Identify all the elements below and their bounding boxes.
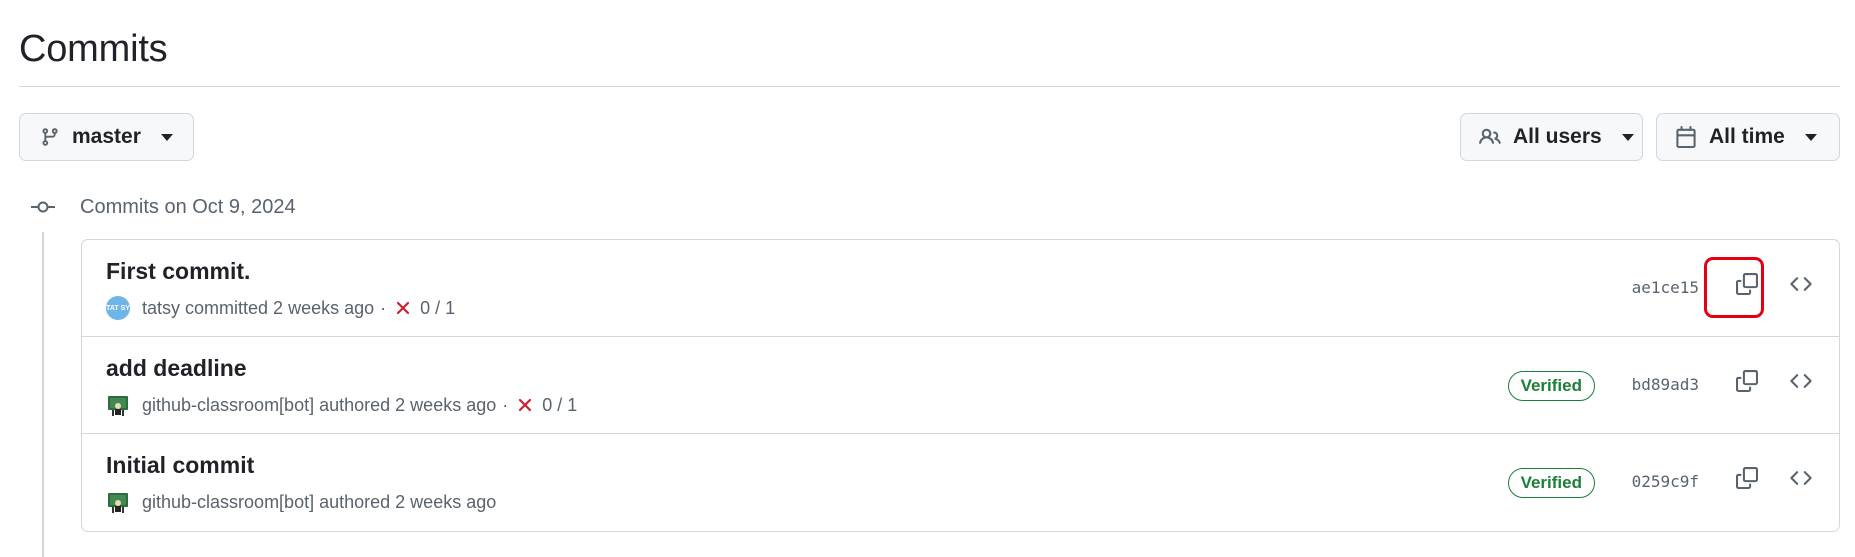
timeline-line xyxy=(42,232,44,557)
avatar[interactable]: TAT SY xyxy=(106,296,130,320)
commit-sha-link[interactable]: 0259c9f xyxy=(1632,472,1699,491)
x-icon[interactable] xyxy=(518,398,532,412)
branch-select-button[interactable]: master xyxy=(19,113,194,161)
checks-count[interactable]: 0 / 1 xyxy=(420,298,455,319)
commit-meta: github-classroom[bot] authored 2 weeks a… xyxy=(106,490,496,514)
checks-count[interactable]: 0 / 1 xyxy=(542,395,577,416)
commit-row: First commit. TAT SY tatsy committed 2 w… xyxy=(82,240,1839,337)
git-commit-icon xyxy=(31,201,55,213)
copy-sha-button[interactable] xyxy=(1727,264,1767,304)
avatar[interactable] xyxy=(106,490,130,514)
verified-badge[interactable]: Verified xyxy=(1507,468,1595,498)
copy-sha-button[interactable] xyxy=(1727,458,1767,498)
git-branch-icon xyxy=(42,128,58,146)
commit-action-text: committed 2 weeks ago xyxy=(185,297,375,318)
classroom-bot-icon xyxy=(108,493,128,513)
commit-meta: TAT SY tatsy committed 2 weeks ago · 0 /… xyxy=(106,296,455,320)
commit-title-link[interactable]: Initial commit xyxy=(106,452,254,479)
commit-meta: github-classroom[bot] authored 2 weeks a… xyxy=(106,393,577,417)
verified-badge[interactable]: Verified xyxy=(1507,371,1595,401)
page-title: Commits xyxy=(19,28,168,70)
separator: · xyxy=(380,297,387,318)
separator: · xyxy=(502,394,509,415)
commit-row: add deadline github-classroom[bot] autho… xyxy=(82,337,1839,434)
browse-files-button[interactable] xyxy=(1781,458,1821,498)
commit-row: Initial commit github-classroom[bot] aut… xyxy=(82,434,1839,531)
commit-title-link[interactable]: First commit. xyxy=(106,258,250,285)
commit-list: First commit. TAT SY tatsy committed 2 w… xyxy=(81,239,1840,532)
commit-sha-link[interactable]: ae1ce15 xyxy=(1632,278,1699,297)
code-icon xyxy=(1790,277,1812,291)
copy-icon xyxy=(1736,273,1758,295)
time-filter-button[interactable]: All time xyxy=(1656,113,1840,161)
commit-action-text: authored 2 weeks ago xyxy=(319,491,497,512)
code-icon xyxy=(1790,471,1812,485)
people-icon xyxy=(1479,128,1501,144)
time-filter-label: All time xyxy=(1709,125,1785,148)
classroom-bot-icon xyxy=(108,396,128,416)
avatar[interactable] xyxy=(106,393,130,417)
x-icon[interactable] xyxy=(396,301,410,315)
copy-icon xyxy=(1736,370,1758,392)
chevron-down-icon xyxy=(160,133,173,141)
branch-label: master xyxy=(72,125,141,148)
commit-group-heading: Commits on Oct 9, 2024 xyxy=(80,196,296,218)
title-divider xyxy=(19,86,1840,87)
author-link[interactable]: github-classroom[bot] xyxy=(142,395,314,416)
chevron-down-icon xyxy=(1804,133,1817,141)
commit-action-text: authored 2 weeks ago xyxy=(319,394,497,415)
browse-files-button[interactable] xyxy=(1781,361,1821,401)
browse-files-button[interactable] xyxy=(1781,264,1821,304)
commit-title-link[interactable]: add deadline xyxy=(106,355,247,382)
code-icon xyxy=(1790,374,1812,388)
author-link[interactable]: tatsy xyxy=(142,298,180,319)
users-filter-button[interactable]: All users xyxy=(1460,113,1643,161)
copy-icon xyxy=(1736,467,1758,489)
users-filter-label: All users xyxy=(1513,125,1602,148)
commit-sha-link[interactable]: bd89ad3 xyxy=(1632,375,1699,394)
chevron-down-icon xyxy=(1621,133,1634,141)
calendar-icon xyxy=(1676,126,1696,148)
author-link[interactable]: github-classroom[bot] xyxy=(142,492,314,513)
copy-sha-button[interactable] xyxy=(1727,361,1767,401)
